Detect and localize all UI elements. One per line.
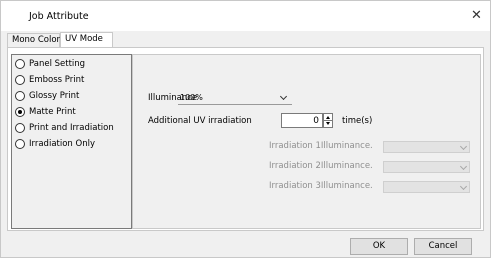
- irradiation-3-label: Irradiation 3Illuminance.: [269, 181, 373, 191]
- radio-panel-setting[interactable]: Panel Setting: [15, 57, 85, 71]
- radio-button[interactable]: [15, 139, 25, 149]
- radio-button[interactable]: [15, 123, 25, 133]
- radio-button-checked[interactable]: [15, 107, 25, 117]
- radio-button[interactable]: [15, 75, 25, 85]
- irradiation-2-select[interactable]: [383, 161, 470, 173]
- close-icon[interactable]: ✕: [471, 9, 482, 22]
- cancel-button[interactable]: Cancel: [414, 238, 472, 255]
- chevron-down-icon: [459, 182, 468, 191]
- radio-print-and-irradiation[interactable]: Print and Irradiation: [15, 121, 114, 135]
- illuminance-select[interactable]: 100%: [178, 92, 292, 105]
- spin-down-button[interactable]: [324, 121, 332, 128]
- arrow-up-icon: [326, 116, 330, 119]
- illuminance-value: 100%: [180, 93, 203, 102]
- radio-irradiation-only[interactable]: Irradiation Only: [15, 137, 95, 151]
- irradiation-2-label: Irradiation 2Illuminance.: [269, 161, 373, 171]
- spin-up-button[interactable]: [324, 114, 332, 121]
- irradiation-1-label: Irradiation 1Illuminance.: [269, 141, 373, 151]
- additional-uv-value: 0: [313, 116, 319, 126]
- tab-mono-color[interactable]: Mono Color: [7, 33, 60, 47]
- additional-uv-input[interactable]: 0: [281, 113, 323, 128]
- radio-label: Print and Irradiation: [29, 123, 114, 133]
- additional-uv-label: Additional UV irradiation: [148, 116, 252, 126]
- arrow-down-icon: [326, 122, 330, 125]
- title-bar: Job Attribute ✕: [1, 1, 490, 31]
- irradiation-3-select[interactable]: [383, 181, 470, 193]
- chevron-down-icon: [459, 142, 468, 151]
- radio-emboss-print[interactable]: Emboss Print: [15, 73, 84, 87]
- settings-panel: Illuminance 100% Additional UV irradiati…: [132, 54, 481, 229]
- additional-uv-stepper[interactable]: [323, 113, 333, 128]
- radio-label: Emboss Print: [29, 75, 85, 85]
- job-attribute-dialog: Job Attribute ✕ Mono Color UV Mode Panel…: [0, 0, 491, 258]
- chevron-down-icon: [459, 162, 468, 171]
- irradiation-1-select[interactable]: [383, 141, 470, 153]
- additional-uv-unit: time(s): [342, 116, 373, 126]
- radio-button[interactable]: [15, 91, 25, 101]
- radio-button[interactable]: [15, 59, 25, 69]
- tab-content: Panel Setting Emboss Print Glossy Print …: [7, 47, 484, 231]
- radio-label: Irradiation Only: [29, 139, 95, 149]
- ok-button[interactable]: OK: [350, 238, 408, 255]
- radio-matte-print[interactable]: Matte Print: [15, 105, 76, 119]
- mode-list: Panel Setting Emboss Print Glossy Print …: [11, 54, 132, 229]
- chevron-down-icon: [279, 92, 288, 101]
- radio-label: Panel Setting: [29, 59, 86, 69]
- radio-label: Matte Print: [29, 107, 76, 117]
- radio-label: Glossy Print: [29, 91, 80, 101]
- tab-uv-mode[interactable]: UV Mode: [60, 32, 113, 47]
- window-title: Job Attribute: [29, 11, 89, 22]
- radio-glossy-print[interactable]: Glossy Print: [15, 89, 79, 103]
